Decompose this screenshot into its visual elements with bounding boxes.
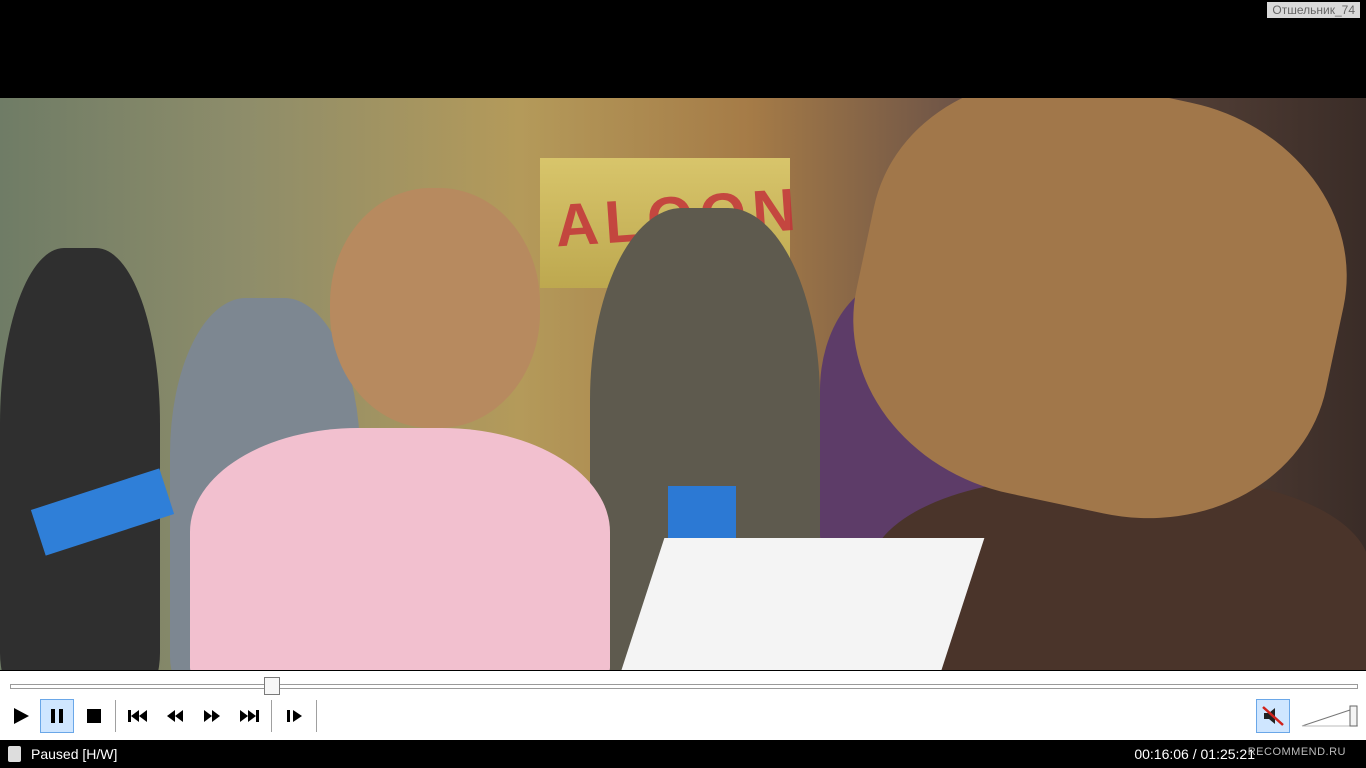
- paper-sheet: [615, 538, 985, 670]
- next-button[interactable]: [232, 699, 266, 733]
- status-bar: Paused [H/W] 00:16:06 / 01:25:21 RECOMME…: [0, 740, 1366, 768]
- forward-button[interactable]: [195, 699, 229, 733]
- seek-bar[interactable]: [10, 684, 1358, 689]
- mute-button[interactable]: [1256, 699, 1290, 733]
- skip-forward-icon: [240, 710, 259, 722]
- play-button[interactable]: [4, 699, 38, 733]
- previous-button[interactable]: [121, 699, 155, 733]
- video-frame[interactable]: ALOON: [0, 98, 1366, 670]
- stop-button[interactable]: [77, 699, 111, 733]
- rewind-icon: [167, 710, 183, 722]
- speaker-muted-icon: [1262, 706, 1284, 726]
- bystander-figure: [0, 248, 160, 670]
- frame-step-icon: [287, 710, 302, 722]
- playback-state: Paused [H/W]: [31, 746, 118, 762]
- separator: [271, 700, 272, 732]
- pause-button[interactable]: [40, 699, 74, 733]
- stop-icon: [87, 709, 101, 723]
- fast-forward-icon: [204, 710, 220, 722]
- separator: [115, 700, 116, 732]
- girl-head: [330, 188, 540, 428]
- letterbox-top: [0, 0, 1366, 98]
- pause-icon: [51, 709, 63, 723]
- time-display: 00:16:06 / 01:25:21: [1134, 746, 1255, 762]
- file-icon: [8, 746, 21, 762]
- play-icon: [14, 708, 29, 724]
- girl-figure: [190, 428, 610, 670]
- frame-step-button[interactable]: [278, 699, 312, 733]
- separator: [316, 700, 317, 732]
- volume-slider[interactable]: [1300, 704, 1360, 728]
- watermark-badge: RECOMMEND.RU: [1247, 746, 1346, 758]
- watermark-label: Отшельник_74: [1267, 2, 1360, 18]
- skip-back-icon: [128, 710, 147, 722]
- rewind-button[interactable]: [158, 699, 192, 733]
- video-area[interactable]: Отшельник_74 ALOON: [0, 0, 1366, 671]
- seek-handle[interactable]: [264, 677, 281, 695]
- volume-ramp: [1301, 705, 1358, 727]
